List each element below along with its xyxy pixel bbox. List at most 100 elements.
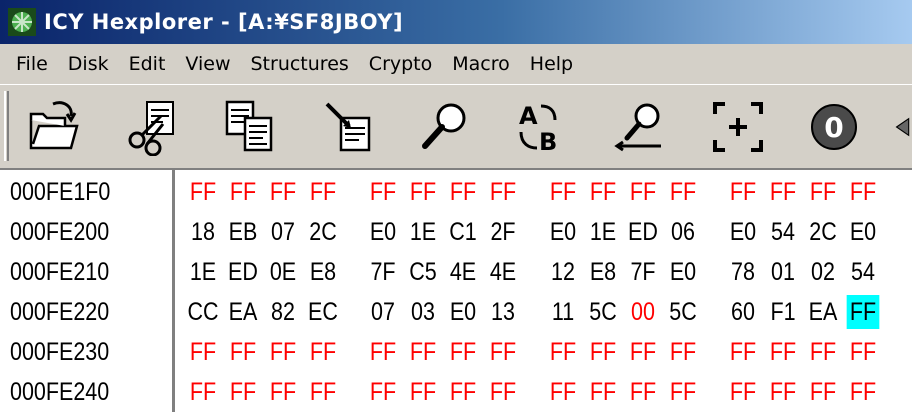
hex-byte-cell[interactable]: 4E — [487, 255, 520, 289]
hex-byte-cell[interactable]: 2C — [307, 215, 340, 249]
hex-byte-cell[interactable]: ED — [227, 255, 260, 289]
hex-byte-cell[interactable]: FF — [727, 175, 760, 209]
hex-byte-cell[interactable]: FF — [847, 375, 880, 409]
menu-structures[interactable]: Structures — [251, 53, 349, 75]
hex-byte-cell[interactable]: FF — [807, 335, 840, 369]
menu-help[interactable]: Help — [530, 53, 573, 75]
hex-byte-cell[interactable]: FF — [307, 335, 340, 369]
hex-byte-cell[interactable]: FF — [187, 375, 220, 409]
hex-byte-cell[interactable]: FF — [767, 335, 800, 369]
toolbar-grip[interactable] — [4, 91, 9, 161]
open-button[interactable] — [18, 90, 90, 164]
hex-byte-cell[interactable]: 1E — [407, 215, 440, 249]
hex-view[interactable]: 000FE1F0 000FE200 000FE210 000FE220 000FE230… — [0, 170, 912, 412]
hex-byte-cell[interactable]: E8 — [587, 255, 620, 289]
goto-button[interactable] — [702, 90, 774, 164]
copy-button[interactable] — [214, 90, 286, 164]
hex-byte-cell[interactable]: E8 — [307, 255, 340, 289]
hex-byte-cell[interactable]: E0 — [667, 255, 700, 289]
hex-byte-cell[interactable]: EB — [227, 215, 260, 249]
hex-byte-cell[interactable]: FF — [587, 175, 620, 209]
hex-byte-cell[interactable]: 54 — [847, 255, 880, 289]
hex-byte-cell[interactable]: FF — [627, 335, 660, 369]
hex-byte-cell[interactable]: FF — [447, 335, 480, 369]
hex-byte-cell[interactable]: FF — [227, 175, 260, 209]
hex-byte-cell[interactable]: 18 — [187, 215, 220, 249]
menu-crypto[interactable]: Crypto — [369, 53, 432, 75]
hex-byte-cell[interactable]: F1 — [767, 295, 800, 329]
hex-byte-cell[interactable]: E0 — [847, 215, 880, 249]
hex-byte-cell[interactable]: 03 — [407, 295, 440, 329]
hex-byte-cell[interactable]: FF — [187, 175, 220, 209]
menu-disk[interactable]: Disk — [68, 53, 109, 75]
hex-byte-cell[interactable]: FF — [807, 175, 840, 209]
hex-byte-cell[interactable]: FF — [487, 375, 520, 409]
find-replace-button[interactable] — [606, 90, 678, 164]
hex-byte-cell[interactable]: 11 — [547, 295, 580, 329]
hex-byte-cell[interactable]: FF — [727, 375, 760, 409]
hex-byte-cell[interactable]: FF — [227, 335, 260, 369]
hex-byte-cell[interactable]: FF — [587, 335, 620, 369]
hex-byte-cell[interactable]: 06 — [667, 215, 700, 249]
hex-byte-cell[interactable]: FF — [407, 335, 440, 369]
hex-byte-cell[interactable]: 1E — [187, 255, 220, 289]
nav-button[interactable] — [880, 90, 912, 164]
paste-button[interactable] — [312, 90, 384, 164]
hex-byte-cell[interactable]: FF — [627, 175, 660, 209]
hex-byte-cell[interactable]: FF — [547, 335, 580, 369]
hex-byte-cell[interactable]: E0 — [367, 215, 400, 249]
hex-byte-cell[interactable]: FF — [727, 335, 760, 369]
hex-byte-cell[interactable]: FF — [407, 375, 440, 409]
hex-byte-cell[interactable]: E0 — [727, 215, 760, 249]
hex-byte-cell[interactable]: 82 — [267, 295, 300, 329]
hex-byte-cell[interactable]: 1E — [587, 215, 620, 249]
hex-byte-cell[interactable]: 5C — [587, 295, 620, 329]
hex-byte-cell[interactable]: FF — [627, 375, 660, 409]
hex-byte-cell[interactable]: FF — [267, 335, 300, 369]
hex-byte-cell[interactable]: 00 — [627, 295, 660, 329]
menu-file[interactable]: File — [16, 53, 48, 75]
hex-byte-cell[interactable]: FF — [447, 375, 480, 409]
hex-byte-cell[interactable]: FF — [487, 175, 520, 209]
hex-byte-cell[interactable]: FF — [187, 335, 220, 369]
hex-byte-cell[interactable]: FF — [407, 175, 440, 209]
hex-byte-cell[interactable]: 5C — [667, 295, 700, 329]
hex-byte-cell[interactable]: FF — [667, 375, 700, 409]
zero-button[interactable]: 0 — [798, 90, 870, 164]
hex-byte-cell[interactable]: 4E — [447, 255, 480, 289]
hex-byte-cell[interactable]: E0 — [547, 215, 580, 249]
hex-byte-cell[interactable]: 0E — [267, 255, 300, 289]
hex-byte-cell[interactable]: 54 — [767, 215, 800, 249]
hex-byte-cell[interactable]: 13 — [487, 295, 520, 329]
hex-byte-cell[interactable]: FF — [767, 175, 800, 209]
selected-byte-cell[interactable]: FF — [846, 295, 880, 329]
hex-byte-cell[interactable]: FF — [547, 175, 580, 209]
hex-byte-cell[interactable]: 02 — [807, 255, 840, 289]
hex-byte-cell[interactable]: EA — [227, 295, 260, 329]
hex-byte-cell[interactable]: EC — [307, 295, 340, 329]
hex-byte-cell[interactable]: FF — [487, 335, 520, 369]
menu-edit[interactable]: Edit — [129, 53, 166, 75]
hex-byte-cell[interactable]: FF — [367, 335, 400, 369]
hex-byte-cell[interactable]: FF — [367, 375, 400, 409]
hex-byte-cell[interactable]: FF — [667, 175, 700, 209]
menu-macro[interactable]: Macro — [452, 53, 510, 75]
menu-view[interactable]: View — [185, 53, 230, 75]
hex-byte-cell[interactable]: 12 — [547, 255, 580, 289]
hex-byte-cell[interactable]: FF — [767, 375, 800, 409]
hex-byte-cell[interactable]: 7F — [627, 255, 660, 289]
hex-byte-cell[interactable]: E0 — [447, 295, 480, 329]
hex-byte-cell[interactable]: 2F — [487, 215, 520, 249]
hex-byte-cell[interactable]: 60 — [727, 295, 760, 329]
hex-byte-cell[interactable]: 07 — [267, 215, 300, 249]
hex-byte-cell[interactable]: 07 — [367, 295, 400, 329]
hex-byte-cell[interactable]: FF — [847, 175, 880, 209]
replace-button[interactable]: A B — [506, 90, 578, 164]
hex-byte-cell[interactable]: FF — [667, 335, 700, 369]
hex-byte-cell[interactable]: FF — [227, 375, 260, 409]
hex-byte-cell[interactable]: CC — [187, 295, 220, 329]
hex-byte-cell[interactable]: FF — [447, 175, 480, 209]
hex-byte-cell[interactable]: FF — [587, 375, 620, 409]
hex-byte-cell[interactable]: 7F — [367, 255, 400, 289]
hex-byte-cell[interactable]: ED — [627, 215, 660, 249]
